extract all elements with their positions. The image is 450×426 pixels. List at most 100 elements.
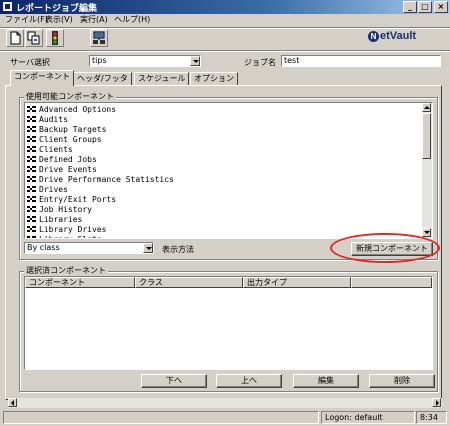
list-item[interactable]: Library Drives — [27, 225, 106, 235]
list-item-label: Client Groups — [39, 135, 102, 144]
list-item-label: Drives — [39, 185, 68, 194]
column-header-component[interactable]: コンポーネント — [25, 277, 135, 288]
chevron-down-icon[interactable] — [143, 243, 153, 253]
list-item-label: Drive Performance Statistics — [39, 175, 174, 184]
list-item[interactable]: Advanced Options — [27, 105, 116, 115]
list-item-label: Backup Targets — [39, 125, 107, 134]
component-icon — [27, 175, 36, 183]
tab-components[interactable]: コンポーネント — [10, 70, 74, 86]
tab-header-footer[interactable]: ヘッダ/フッタ — [73, 72, 132, 85]
status-main — [3, 411, 319, 424]
vertical-scrollbar[interactable] — [422, 103, 432, 238]
sort-select[interactable]: By class — [24, 242, 154, 254]
menu-bar: ファイル(F) 表示(V) 実行(A) ヘルプ(H) — [0, 14, 450, 26]
server-select-value: tips — [92, 56, 107, 65]
server-label: サーバ選択 — [10, 58, 50, 67]
list-item[interactable]: Library Slots — [27, 235, 102, 238]
chevron-down-icon[interactable] — [190, 56, 200, 66]
list-item[interactable]: Backup Targets — [27, 125, 106, 135]
list-item[interactable]: Drive Events — [27, 165, 97, 175]
component-icon — [27, 215, 36, 223]
scroll-down-icon[interactable] — [422, 228, 431, 237]
horizontal-scrollbar[interactable] — [8, 398, 442, 408]
delete-button[interactable]: 削除 — [369, 374, 435, 388]
list-item[interactable]: Clients — [27, 145, 73, 155]
component-icon — [27, 185, 36, 193]
logo-mark: N — [368, 31, 379, 42]
available-components-list: Advanced Options Audits Backup Targets Clie… — [24, 102, 433, 239]
list-item-label: Advanced Options — [39, 105, 117, 114]
component-icon — [27, 205, 36, 213]
list-item[interactable]: Job History — [27, 205, 92, 215]
app-icon — [2, 1, 13, 12]
scroll-up-icon[interactable] — [422, 103, 431, 112]
scroll-left-icon[interactable] — [8, 398, 17, 407]
tab-schedule[interactable]: スケジュール — [134, 72, 190, 85]
toolbar-separator — [0, 50, 450, 52]
copy-icon — [27, 31, 40, 45]
menu-view[interactable]: 表示(V) — [43, 14, 75, 26]
status-time: 8:34 — [416, 411, 447, 424]
component-icon — [27, 125, 36, 133]
column-header-class[interactable]: クラス — [135, 277, 243, 288]
server-select[interactable]: tips — [89, 55, 201, 67]
component-icon — [27, 235, 36, 238]
selected-components-title: 選択済コンポーネント — [24, 266, 108, 276]
logo-text: etVault — [380, 30, 417, 42]
highlight-ring — [330, 233, 440, 263]
new-document-icon — [10, 31, 21, 45]
title-bar: レポートジョブ編集 _ □ × — [0, 0, 450, 14]
list-item[interactable]: Drives — [27, 185, 68, 195]
scroll-right-icon[interactable] — [432, 398, 441, 407]
component-icon — [27, 195, 36, 203]
traffic-light-icon — [52, 31, 58, 45]
list-item[interactable]: Defined Jobs — [27, 155, 97, 165]
move-up-button[interactable]: 上へ — [216, 374, 282, 388]
list-item-label: Defined Jobs — [39, 155, 97, 164]
component-icon — [27, 135, 36, 143]
column-header-empty — [351, 277, 432, 288]
component-icon — [27, 225, 36, 233]
minimize-button[interactable]: _ — [403, 1, 417, 13]
column-header-output-type[interactable]: 出力タイプ — [243, 277, 351, 288]
selected-components-table: コンポーネント クラス 出力タイプ — [24, 276, 433, 370]
list-item-label: Audits — [39, 115, 68, 124]
list-item[interactable]: Drive Performance Statistics — [27, 175, 174, 185]
list-item[interactable]: Client Groups — [27, 135, 102, 145]
list-item[interactable]: Libraries — [27, 215, 82, 225]
component-icon — [27, 105, 36, 113]
sort-select-value: By class — [27, 243, 60, 252]
list-item-label: Job History — [39, 205, 92, 214]
tab-options[interactable]: オプション — [190, 72, 238, 85]
edit-button[interactable]: 編集 — [293, 374, 359, 388]
component-icon — [27, 145, 36, 153]
close-button[interactable]: × — [434, 1, 448, 13]
job-name-input[interactable]: test — [281, 55, 441, 67]
component-icon — [27, 155, 36, 163]
job-name-label: ジョブ名 — [244, 58, 276, 67]
network-button[interactable] — [90, 29, 108, 47]
list-item-label: Library Drives — [39, 225, 107, 234]
menu-run[interactable]: 実行(A) — [78, 14, 110, 26]
list-item[interactable]: Audits — [27, 115, 68, 125]
list-item-label: Library Slots — [39, 235, 102, 238]
list-item-label: Entry/Exit Ports — [39, 195, 117, 204]
available-components-title: 使用可能コンポーネント — [24, 92, 116, 102]
run-button[interactable] — [46, 29, 64, 47]
component-icon — [27, 165, 36, 173]
new-button[interactable] — [6, 29, 24, 47]
component-icon — [27, 115, 36, 123]
move-down-button[interactable]: 下へ — [141, 374, 207, 388]
list-item-label: Drive Events — [39, 165, 97, 174]
list-item[interactable]: Entry/Exit Ports — [27, 195, 116, 205]
window-title: レポートジョブ編集 — [16, 4, 98, 14]
sort-label: 表示方法 — [162, 245, 194, 254]
netvault-logo: NetVault — [368, 30, 416, 48]
list-item-label: Clients — [39, 145, 73, 154]
copy-button[interactable] — [25, 29, 43, 47]
menu-separator — [0, 27, 450, 29]
maximize-button[interactable]: □ — [418, 1, 432, 13]
scroll-thumb[interactable] — [422, 113, 431, 159]
network-icon — [93, 31, 105, 44]
menu-help[interactable]: ヘルプ(H) — [112, 14, 152, 26]
